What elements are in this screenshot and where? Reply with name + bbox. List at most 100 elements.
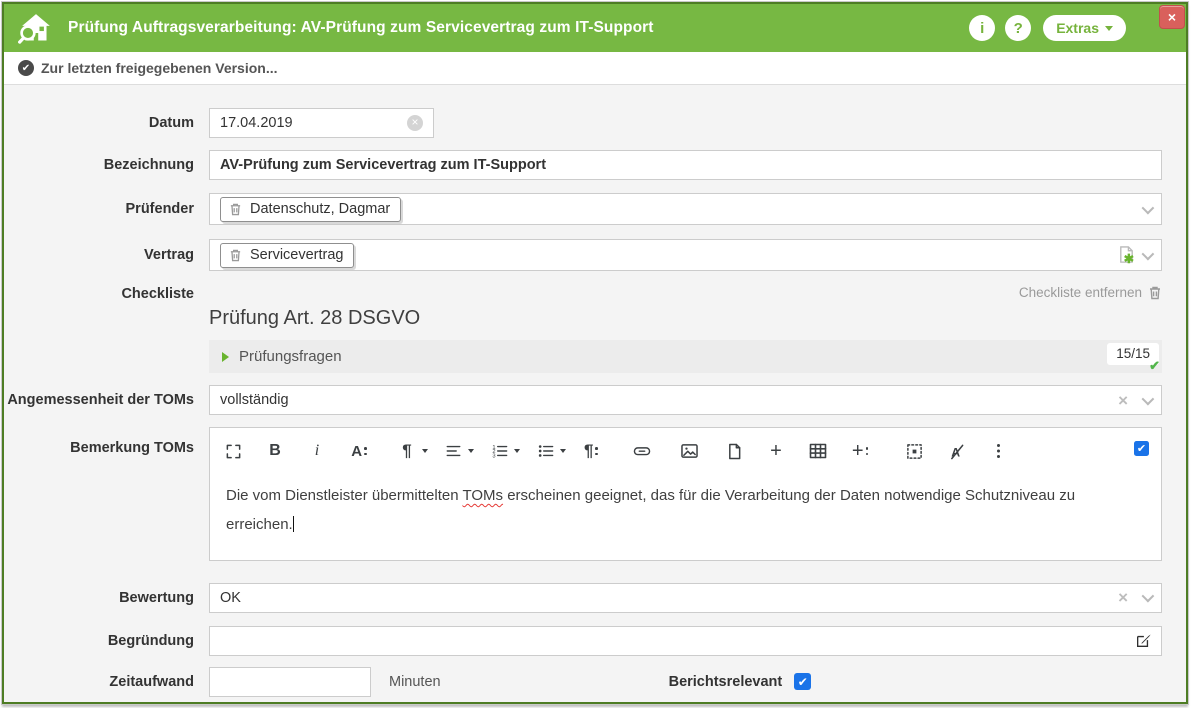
checkliste-block: Checkliste Checkliste entfernen Prüfung … bbox=[4, 285, 1162, 373]
bezeichnung-row: Bezeichnung bbox=[4, 150, 1162, 180]
edit-pencil-icon[interactable] bbox=[1135, 633, 1151, 649]
paragraph-format-dropdown[interactable]: ¶ bbox=[398, 441, 428, 461]
pruefender-field[interactable]: Datenschutz, Dagmar bbox=[209, 193, 1162, 225]
chevron-down-icon[interactable] bbox=[1142, 247, 1155, 260]
form-area: Datum × Bezeichnung Prüfender Datenschut… bbox=[4, 85, 1186, 697]
datum-field: × bbox=[209, 108, 434, 138]
vertrag-tag: Servicevertrag bbox=[220, 243, 354, 268]
checkliste-content: Checkliste entfernen Prüfung Art. 28 DSG… bbox=[209, 285, 1162, 373]
align-dropdown[interactable] bbox=[444, 441, 474, 461]
page-title: Prüfung Auftragsverarbeitung: AV-Prüfung… bbox=[68, 19, 959, 37]
italic-icon[interactable]: i bbox=[308, 441, 326, 461]
progress-badge: 15/15 ✔ bbox=[1107, 343, 1159, 365]
file-icon[interactable] bbox=[725, 441, 743, 461]
title-bar: Prüfung Auftragsverarbeitung: AV-Prüfung… bbox=[4, 4, 1186, 52]
chevron-down-icon[interactable] bbox=[1142, 201, 1155, 214]
svg-text:✱: ✱ bbox=[1124, 252, 1134, 265]
datum-row: Datum × bbox=[4, 108, 1162, 138]
select-all-icon[interactable] bbox=[905, 441, 923, 461]
image-icon[interactable] bbox=[680, 441, 699, 461]
chevron-down-icon bbox=[468, 449, 474, 453]
chevron-down-icon bbox=[422, 449, 428, 453]
table-icon[interactable] bbox=[809, 441, 827, 461]
bewertung-select[interactable]: OK × bbox=[209, 583, 1162, 613]
fullscreen-icon[interactable] bbox=[224, 441, 242, 461]
help-button[interactable]: ? bbox=[1005, 15, 1031, 41]
bezeichnung-input[interactable] bbox=[220, 151, 1151, 179]
app-window: Prüfung Auftragsverarbeitung: AV-Prüfung… bbox=[2, 2, 1188, 704]
begruendung-label: Begründung bbox=[4, 633, 209, 649]
berichtsrelevant-group: Berichtsrelevant ✔ bbox=[669, 673, 812, 690]
datum-input[interactable] bbox=[220, 109, 407, 137]
pruefender-label: Prüfender bbox=[4, 201, 209, 217]
zeitaufwand-input[interactable] bbox=[210, 668, 371, 696]
editor-text-before: Die vom Dienstleister übermittelten bbox=[226, 487, 462, 504]
clear-date-icon[interactable]: × bbox=[407, 115, 423, 131]
bezeichnung-field bbox=[209, 150, 1162, 180]
vertrag-tag-label: Servicevertrag bbox=[250, 247, 343, 263]
angemessenheit-label: Angemessenheit der TOMs bbox=[4, 392, 209, 408]
vertrag-label: Vertrag bbox=[4, 247, 209, 263]
last-released-version-link[interactable]: Zur letzten freigegebenen Version... bbox=[41, 60, 278, 76]
misspelled-word: TOMs bbox=[462, 487, 503, 504]
close-button[interactable]: × bbox=[1159, 5, 1185, 29]
checkliste-label: Checkliste bbox=[4, 285, 209, 302]
clear-x-icon[interactable]: × bbox=[1118, 589, 1128, 606]
bewertung-label: Bewertung bbox=[4, 590, 209, 606]
begruendung-input[interactable] bbox=[220, 627, 1135, 655]
zeitaufwand-label: Zeitaufwand bbox=[4, 674, 209, 690]
expand-triangle-icon bbox=[222, 352, 229, 362]
plus-icon[interactable]: + bbox=[767, 441, 785, 461]
bewertung-row: Bewertung OK × bbox=[4, 583, 1162, 613]
check-icon: ✔ bbox=[1149, 358, 1160, 374]
audit-house-icon bbox=[18, 11, 54, 45]
angemessenheit-select[interactable]: vollständig × bbox=[209, 385, 1162, 415]
trash-icon[interactable] bbox=[229, 248, 242, 262]
clear-x-icon[interactable]: × bbox=[1118, 392, 1128, 409]
unordered-list-dropdown[interactable] bbox=[536, 441, 566, 461]
insert-plus-icon[interactable]: + bbox=[851, 441, 869, 461]
bemerkung-row: Bemerkung TOMs B i A ¶ 123 ¶ + bbox=[4, 427, 1162, 566]
editor-toolbar: B i A ¶ 123 ¶ + + A ✔ bbox=[210, 428, 1161, 467]
check-circle-icon: ✔ bbox=[18, 60, 34, 76]
extras-label: Extras bbox=[1056, 20, 1099, 36]
trash-icon[interactable] bbox=[229, 202, 242, 216]
rich-text-editor: B i A ¶ 123 ¶ + + A ✔ bbox=[209, 427, 1162, 561]
vertrag-row: Vertrag Servicevertrag ✱ bbox=[4, 239, 1162, 271]
chevron-down-icon[interactable] bbox=[1142, 590, 1155, 603]
pruefungsfragen-section[interactable]: Prüfungsfragen 15/15 ✔ bbox=[209, 340, 1162, 373]
more-options-icon[interactable] bbox=[989, 441, 1007, 461]
trash-icon bbox=[1148, 285, 1162, 300]
version-bar: ✔ Zur letzten freigegebenen Version... bbox=[4, 52, 1186, 85]
editor-text-area[interactable]: Die vom Dienstleister übermittelten TOMs… bbox=[210, 467, 1161, 560]
section-label: Prüfungsfragen bbox=[239, 348, 342, 365]
zeitaufwand-row: Zeitaufwand Minuten Berichtsrelevant ✔ bbox=[4, 667, 1162, 697]
zeitaufwand-field bbox=[209, 667, 371, 697]
angemessenheit-row: Angemessenheit der TOMs vollständig × bbox=[4, 385, 1162, 415]
berichtsrelevant-checkbox[interactable]: ✔ bbox=[794, 673, 811, 690]
editor-checkbox[interactable]: ✔ bbox=[1134, 441, 1149, 456]
ordered-list-dropdown[interactable]: 123 bbox=[490, 441, 520, 461]
font-style-icon[interactable]: A bbox=[350, 441, 368, 461]
extras-button[interactable]: Extras bbox=[1043, 15, 1126, 41]
pruefender-row: Prüfender Datenschutz, Dagmar bbox=[4, 193, 1162, 225]
remove-checklist-text: Checkliste entfernen bbox=[1019, 285, 1142, 300]
bewertung-value: OK bbox=[220, 590, 241, 606]
vertrag-field[interactable]: Servicevertrag ✱ bbox=[209, 239, 1162, 271]
svg-text:3: 3 bbox=[492, 454, 495, 459]
chevron-down-icon bbox=[1105, 26, 1113, 31]
angemessenheit-value: vollständig bbox=[220, 392, 289, 408]
remove-checklist-link[interactable]: Checkliste entfernen bbox=[209, 285, 1162, 300]
chevron-down-icon[interactable] bbox=[1142, 392, 1155, 405]
paragraph-style-icon[interactable]: ¶ bbox=[582, 441, 600, 461]
bold-icon[interactable]: B bbox=[266, 441, 284, 461]
link-icon[interactable] bbox=[632, 441, 652, 461]
info-button[interactable]: i bbox=[969, 15, 995, 41]
chevron-down-icon bbox=[560, 449, 566, 453]
clear-format-icon[interactable]: A bbox=[947, 441, 965, 461]
text-cursor bbox=[293, 516, 294, 532]
bemerkung-label: Bemerkung TOMs bbox=[4, 427, 209, 456]
minuten-label: Minuten bbox=[389, 674, 441, 690]
begruendung-row: Begründung bbox=[4, 626, 1162, 656]
new-document-icon[interactable]: ✱ bbox=[1117, 245, 1136, 265]
